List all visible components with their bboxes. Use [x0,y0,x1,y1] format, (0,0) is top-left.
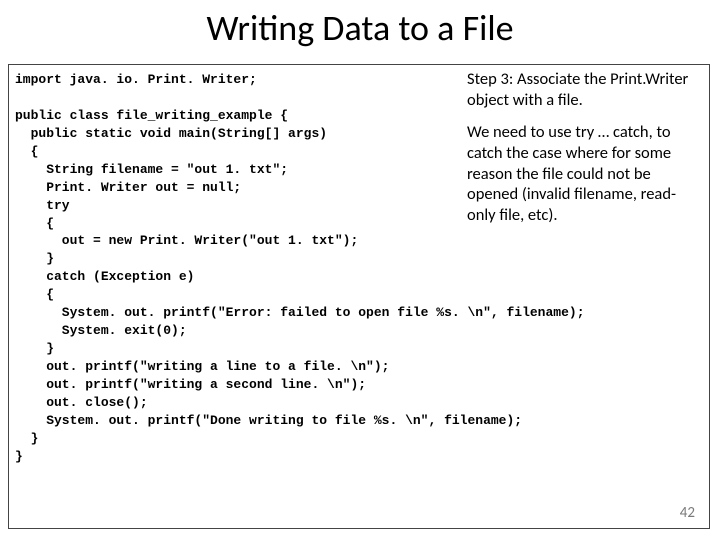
slide: Writing Data to a File import java. io. … [0,0,720,540]
slide-title: Writing Data to a File [0,0,720,50]
page-number: 42 [680,504,695,522]
note-detail: We need to use try … catch, to catch the… [467,122,699,225]
content-box: import java. io. Print. Writer; public c… [8,64,710,529]
note-step: Step 3: Associate the Print.Writer objec… [467,69,699,110]
explanation-note: Step 3: Associate the Print.Writer objec… [467,69,699,237]
